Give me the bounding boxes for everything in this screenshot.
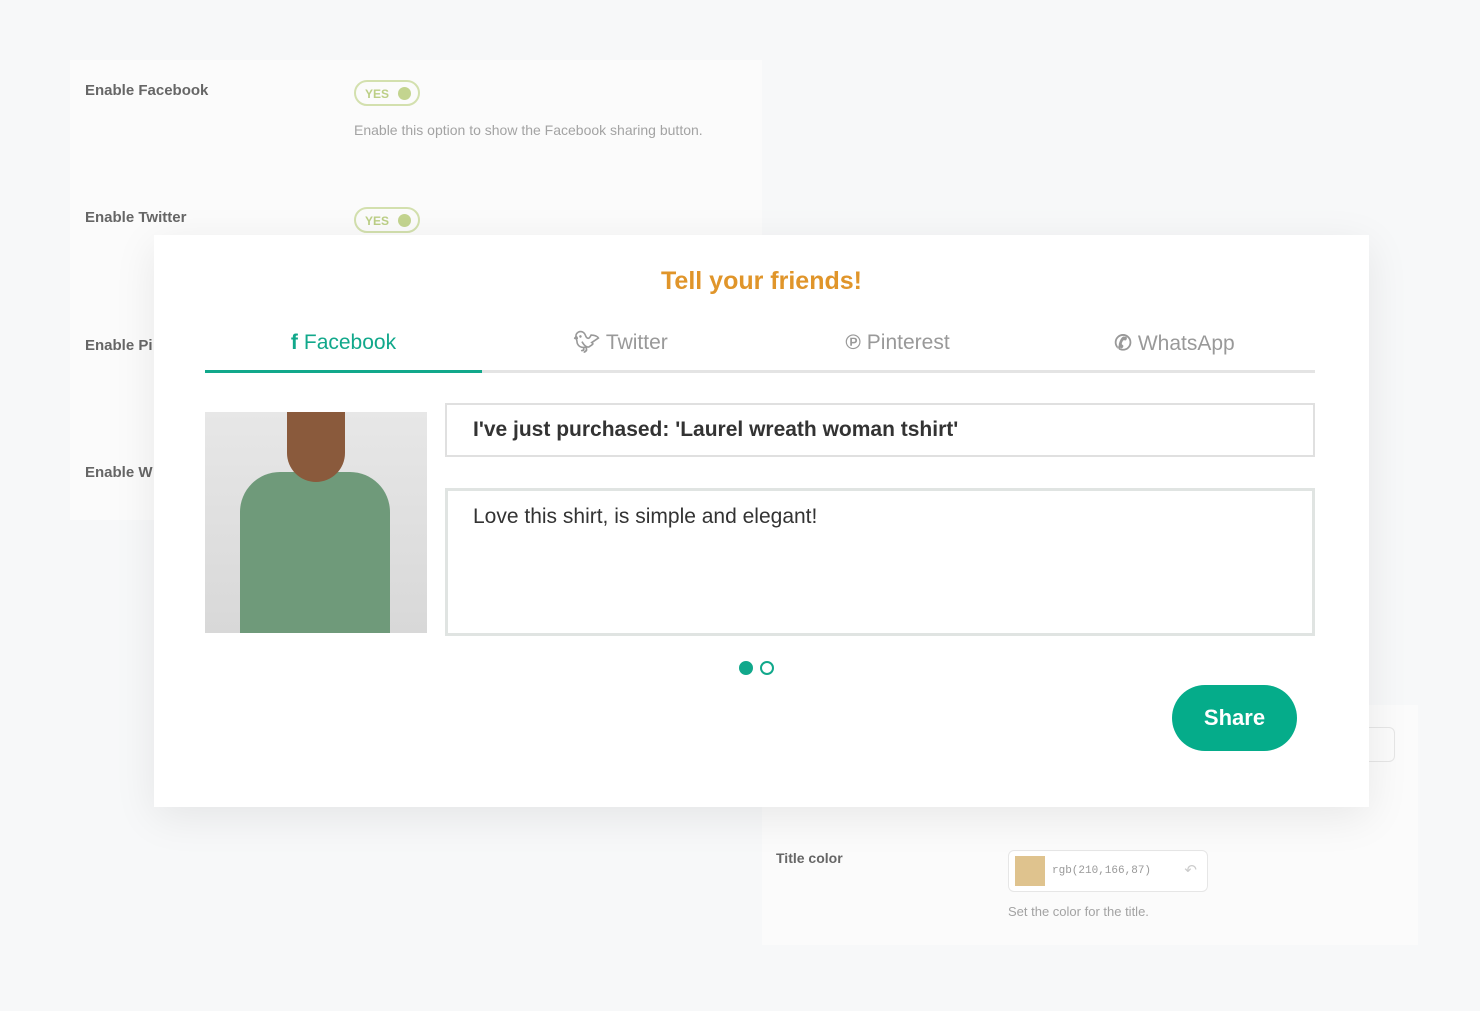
modal-title: Tell your friends! bbox=[661, 267, 862, 295]
enable-twitter-toggle[interactable]: YES bbox=[354, 207, 420, 233]
headline-field[interactable]: I've just purchased: 'Laurel wreath woma… bbox=[445, 403, 1315, 457]
tab-facebook[interactable]: f Facebook bbox=[205, 327, 482, 373]
title-color-help: Set the color for the title. bbox=[1008, 904, 1149, 919]
hidden-input-edge bbox=[1369, 727, 1395, 762]
enable-facebook-label: Enable Facebook bbox=[85, 82, 209, 99]
enable-facebook-help: Enable this option to show the Facebook … bbox=[354, 122, 703, 138]
pagination-dot-2[interactable] bbox=[760, 661, 774, 675]
pinterest-icon: ℗ bbox=[845, 331, 861, 354]
share-tabs: f Facebook 🐦︎ Twitter ℗ Pinterest ✆ WhatsApp bbox=[205, 327, 1315, 373]
pagination-dot-1[interactable] bbox=[739, 661, 753, 675]
enable-twitter-label: Enable Twitter bbox=[85, 209, 187, 226]
product-image bbox=[205, 412, 427, 633]
color-swatch[interactable] bbox=[1015, 856, 1045, 886]
twitter-icon: 🐦︎ bbox=[573, 331, 600, 354]
message-textarea[interactable]: Love this shirt, is simple and elegant! bbox=[445, 488, 1315, 636]
reset-icon[interactable]: ↶ bbox=[1184, 861, 1197, 879]
color-value: rgb(210,166,87) bbox=[1052, 865, 1152, 877]
enable-pinterest-label: Enable Pi bbox=[85, 337, 153, 354]
enable-facebook-toggle[interactable]: YES bbox=[354, 80, 420, 106]
whatsapp-icon: ✆ bbox=[1114, 332, 1132, 355]
tab-whatsapp[interactable]: ✆ WhatsApp bbox=[1036, 327, 1313, 370]
tab-twitter[interactable]: 🐦︎ Twitter bbox=[482, 327, 759, 370]
title-color-label: Title color bbox=[776, 850, 843, 866]
enable-whatsapp-label: Enable W bbox=[85, 464, 153, 481]
share-button[interactable]: Share bbox=[1172, 685, 1297, 751]
share-modal: Tell your friends! f Facebook 🐦︎ Twitter ℗… bbox=[154, 235, 1369, 807]
color-picker[interactable]: rgb(210,166,87) ↶ bbox=[1008, 850, 1208, 892]
tab-pinterest[interactable]: ℗ Pinterest bbox=[759, 327, 1036, 370]
facebook-icon: f bbox=[290, 331, 298, 354]
